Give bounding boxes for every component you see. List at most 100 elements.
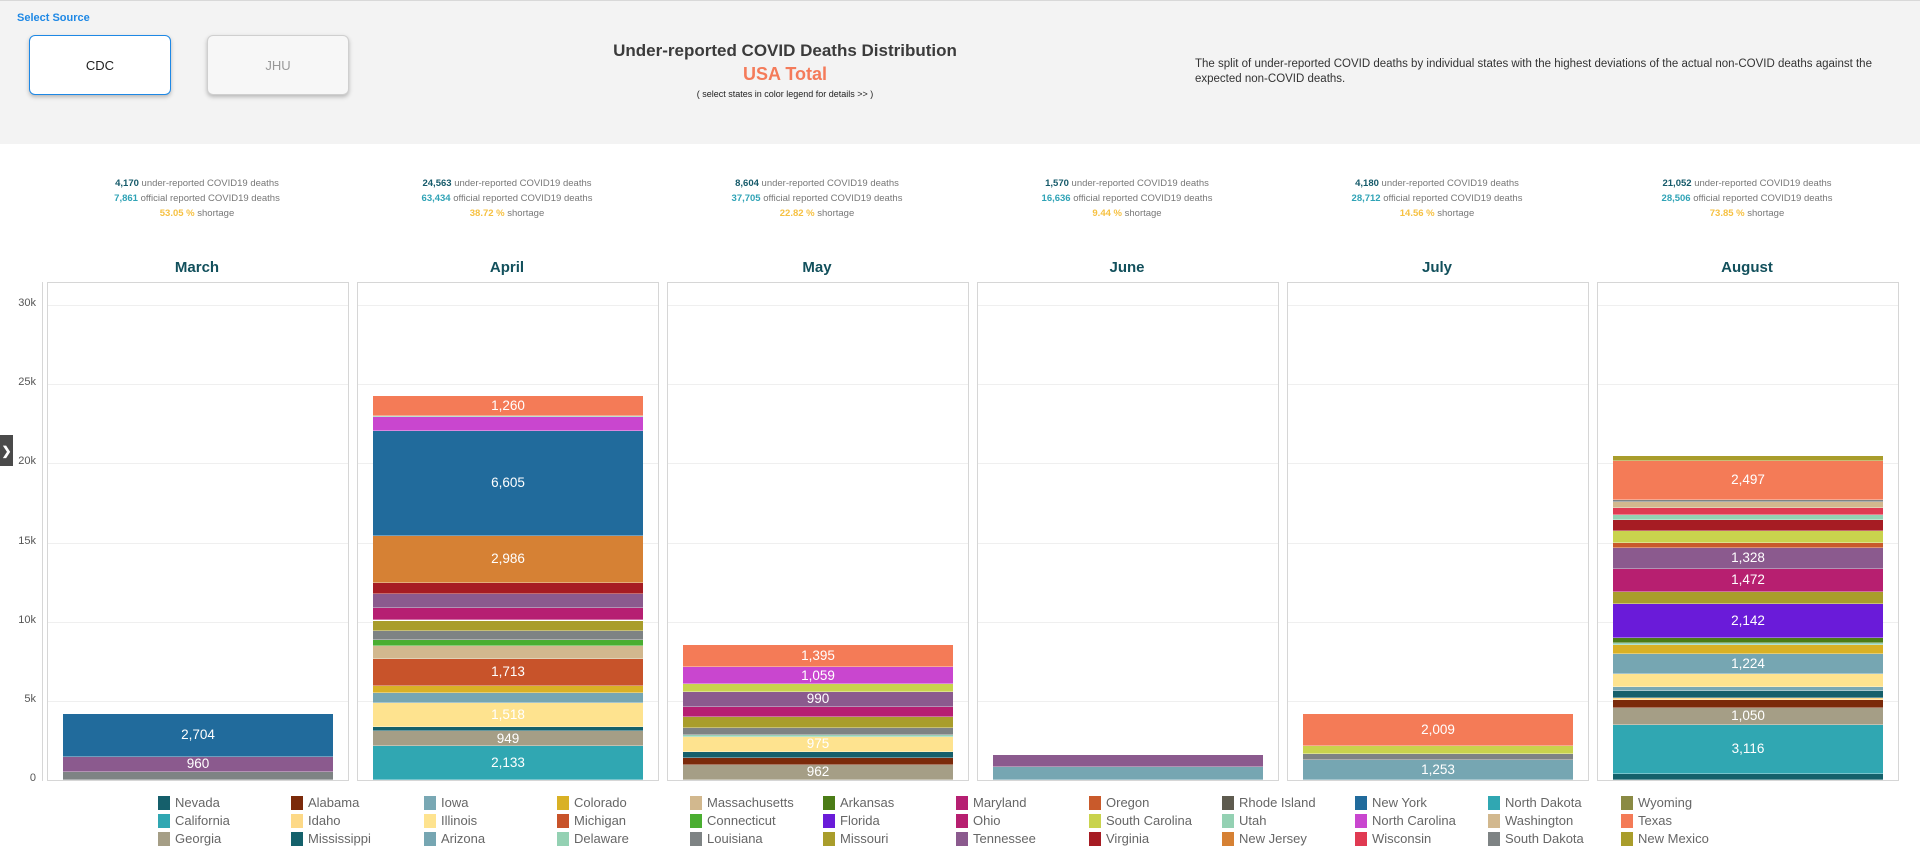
bar-segment[interactable]: 962 (683, 764, 953, 780)
bar-segment[interactable] (373, 646, 643, 659)
legend-item[interactable]: New Mexico (1621, 831, 1709, 846)
legend-item[interactable]: Florida (823, 813, 880, 828)
bar-segment[interactable] (1613, 520, 1883, 531)
bar-segment[interactable] (683, 707, 953, 718)
bar-segment[interactable] (1303, 745, 1573, 755)
legend-item[interactable]: Massachusetts (690, 795, 794, 810)
bar-segment[interactable]: 2,009 (1303, 713, 1573, 746)
bar-segment[interactable] (1613, 691, 1883, 698)
legend-item[interactable]: Tennessee (956, 831, 1036, 846)
legend-item[interactable]: Mississippi (291, 831, 371, 846)
bar-segment[interactable] (373, 415, 643, 417)
legend-item[interactable]: North Carolina (1355, 813, 1456, 828)
bar-segment[interactable] (1613, 699, 1883, 708)
bar-segment[interactable]: 990 (683, 691, 953, 708)
bar-segment[interactable] (1613, 456, 1883, 461)
bar-segment[interactable]: 1,050 (1613, 708, 1883, 725)
bar-segment[interactable]: 1,472 (1613, 568, 1883, 592)
legend-item[interactable]: Ohio (956, 813, 1000, 828)
bar-segment[interactable] (1613, 508, 1883, 516)
bar-segment[interactable] (373, 630, 643, 641)
legend-item[interactable]: Illinois (424, 813, 477, 828)
bar-segment[interactable] (683, 727, 953, 735)
bar-segment[interactable]: 2,497 (1613, 460, 1883, 501)
legend-item[interactable]: Connecticut (690, 813, 776, 828)
bar-segment[interactable] (1613, 543, 1883, 548)
bar-segment[interactable] (683, 717, 953, 728)
legend-item[interactable]: New York (1355, 795, 1427, 810)
bar-segment[interactable] (1613, 501, 1883, 509)
bar-segment[interactable] (373, 685, 643, 694)
legend-item[interactable]: Arkansas (823, 795, 894, 810)
legend-item[interactable]: Wisconsin (1355, 831, 1431, 846)
bar-segment[interactable]: 1,059 (683, 667, 953, 685)
legend-item[interactable]: Louisiana (690, 831, 763, 846)
legend-item[interactable]: Michigan (557, 813, 626, 828)
legend-item[interactable]: Nevada (158, 795, 220, 810)
legend-item[interactable]: South Carolina (1089, 813, 1192, 828)
bar-segment[interactable] (1613, 591, 1883, 604)
bar-segment[interactable] (63, 771, 333, 780)
bar-segment[interactable]: 2,142 (1613, 603, 1883, 638)
legend-item[interactable]: Delaware (557, 831, 629, 846)
legend-item[interactable]: Maryland (956, 795, 1026, 810)
bar-segment[interactable]: 949 (373, 731, 643, 747)
bar-segment[interactable] (1613, 645, 1883, 655)
bar-segment[interactable] (1613, 773, 1883, 780)
legend-item[interactable]: Idaho (291, 813, 341, 828)
bar-segment[interactable]: 6,605 (373, 431, 643, 536)
bar-segment[interactable]: 1,224 (1613, 654, 1883, 674)
bar-segment[interactable] (373, 620, 643, 631)
bar-segment[interactable] (373, 582, 643, 595)
source-button-cdc[interactable]: CDC (29, 35, 171, 95)
bar-segment[interactable] (373, 693, 643, 704)
legend-item[interactable]: Virginia (1089, 831, 1149, 846)
bar-segment[interactable] (1613, 673, 1883, 688)
bar-segment[interactable] (1613, 530, 1883, 544)
legend-item[interactable]: Missouri (823, 831, 888, 846)
legend-item[interactable]: Utah (1222, 813, 1266, 828)
bar-segment[interactable]: 1,713 (373, 658, 643, 686)
bar-segment[interactable] (373, 640, 643, 647)
bar-segment[interactable] (1613, 500, 1883, 502)
legend-item[interactable]: North Dakota (1488, 795, 1582, 810)
bar-segment[interactable] (1613, 697, 1883, 700)
legend-item[interactable]: Wyoming (1621, 795, 1692, 810)
bar-segment[interactable] (1613, 515, 1883, 521)
bar-segment[interactable]: 1,328 (1613, 547, 1883, 569)
legend-item[interactable]: Rhode Island (1222, 795, 1316, 810)
bar-segment[interactable]: 1,253 (1303, 760, 1573, 780)
bar-segment[interactable] (373, 727, 643, 732)
bar-segment[interactable] (683, 752, 953, 759)
legend-item[interactable]: Arizona (424, 831, 485, 846)
bar-segment[interactable]: 2,986 (373, 535, 643, 583)
legend-item[interactable]: Iowa (424, 795, 468, 810)
bar-segment[interactable] (373, 607, 643, 621)
bar-segment[interactable] (683, 734, 953, 737)
bar-segment[interactable]: 2,133 (373, 746, 643, 780)
legend-item[interactable]: California (158, 813, 230, 828)
legend-item[interactable]: Georgia (158, 831, 221, 846)
legend-item[interactable]: South Dakota (1488, 831, 1584, 846)
legend-item[interactable]: Washington (1488, 813, 1573, 828)
bar-segment[interactable] (373, 416, 643, 432)
bar-segment[interactable]: 1,518 (373, 703, 643, 728)
bar-segment[interactable] (993, 755, 1263, 768)
bar-segment[interactable]: 1,395 (683, 645, 953, 668)
bar-segment[interactable]: 960 (63, 756, 333, 772)
bar-segment[interactable] (373, 594, 643, 608)
bar-segment[interactable] (683, 758, 953, 765)
legend-item[interactable]: Alabama (291, 795, 359, 810)
source-button-jhu[interactable]: JHU (207, 35, 349, 95)
bar-segment[interactable]: 3,116 (1613, 724, 1883, 774)
bar-segment[interactable]: 975 (683, 736, 953, 753)
legend-item[interactable]: Texas (1621, 813, 1672, 828)
bar-segment[interactable] (1613, 687, 1883, 692)
bar-segment[interactable] (1303, 754, 1573, 761)
legend-item[interactable]: Colorado (557, 795, 627, 810)
bar-segment[interactable] (683, 684, 953, 692)
legend-item[interactable]: New Jersey (1222, 831, 1307, 846)
bar-segment[interactable] (993, 767, 1263, 780)
bar-segment[interactable]: 2,704 (63, 713, 333, 757)
bar-segment[interactable] (1613, 643, 1883, 646)
